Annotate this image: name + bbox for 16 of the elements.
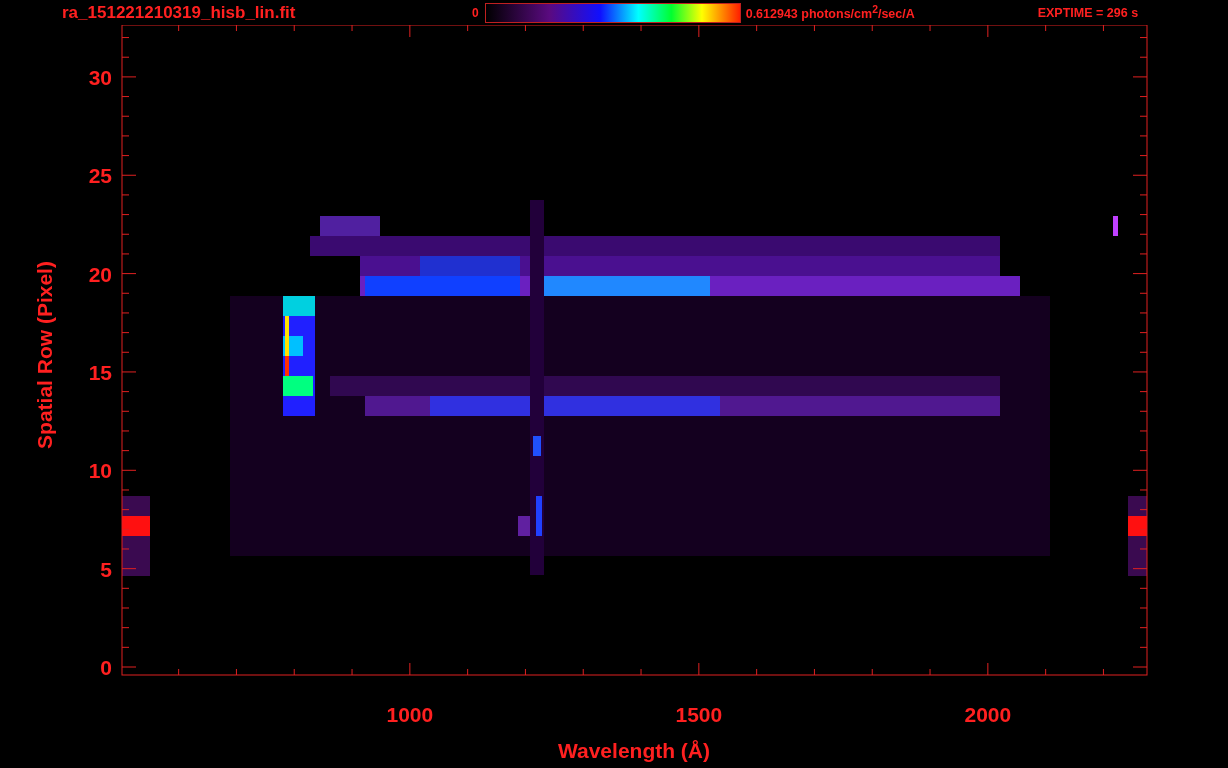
x-axis-label: Wavelength (Å) [557, 739, 711, 762]
file-name: ra_151221210319_hisb_lin.fit [62, 2, 297, 23]
y-tick-label: 20 [88, 262, 112, 286]
y-tick-label: 10 [88, 459, 112, 483]
y-tick-label: 25 [88, 164, 112, 188]
x-tick-label: 1500 [675, 703, 723, 726]
colorbar-max-label: 0.612943 photons/cm$^{2}$/sec/A [745, 3, 916, 22]
y-axis-label: Spatial Row (Pixel) [33, 261, 56, 449]
y-tick-label: 15 [88, 360, 112, 384]
y-tick-label: 0 [100, 656, 112, 679]
y-tick-label: 30 [88, 65, 112, 89]
exposure-label: EXPTIME = 296 s [1037, 5, 1139, 20]
y-tick-label: 5 [100, 557, 112, 581]
x-tick-label: 1000 [386, 703, 434, 726]
x-tick-label: 2000 [964, 703, 1012, 726]
colorbar-min-label: 0 [472, 5, 479, 20]
